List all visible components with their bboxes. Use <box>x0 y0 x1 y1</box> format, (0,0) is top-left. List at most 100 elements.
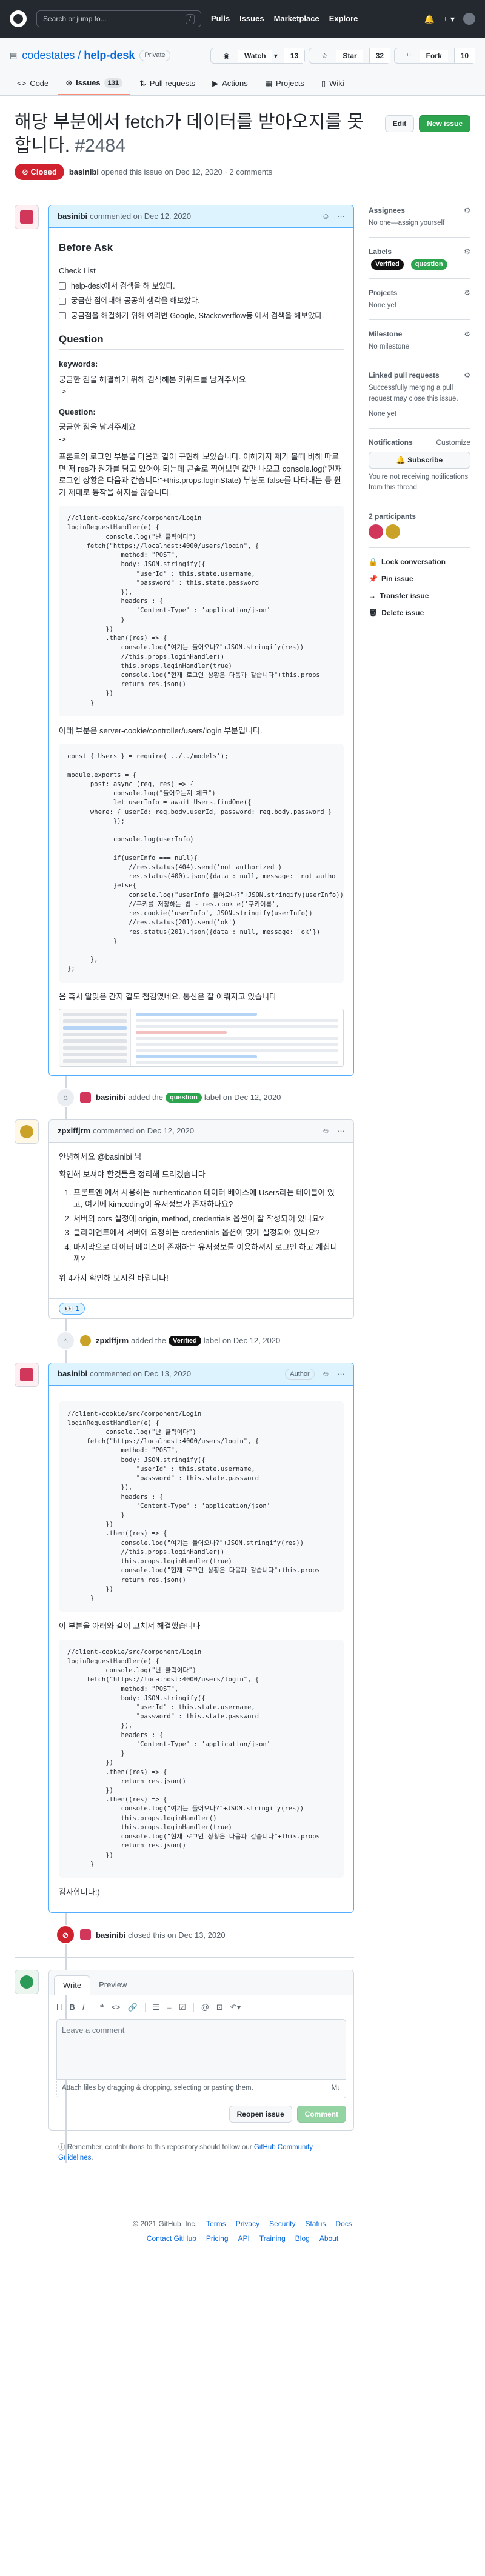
tab-projects[interactable]: ▦ Projects <box>258 72 312 95</box>
edit-button[interactable]: Edit <box>384 115 415 132</box>
avatar[interactable] <box>80 1335 91 1347</box>
star-button[interactable]: ☆ Star 32 <box>309 47 391 64</box>
bell-icon[interactable]: 🔔 <box>424 13 434 25</box>
footer-link[interactable]: Privacy <box>236 2218 259 2229</box>
new-issue-button[interactable]: New issue <box>419 115 470 132</box>
comment-button[interactable]: Comment <box>296 2105 346 2123</box>
reference-icon[interactable]: ⊡ <box>216 2001 223 2014</box>
kebab-icon[interactable]: ··· <box>337 1368 345 1380</box>
footer-link[interactable]: Security <box>269 2218 295 2229</box>
projects-value: None yet <box>369 301 397 309</box>
pin-issue-button[interactable]: 📌 Pin issue <box>369 573 470 584</box>
fork-button[interactable]: ⑂ Fork 10 <box>394 47 475 64</box>
tab-write[interactable]: Write <box>54 1975 91 1995</box>
footer-link[interactable]: Pricing <box>206 2233 229 2244</box>
label-question[interactable]: question <box>165 1092 202 1103</box>
repo-name[interactable]: help-desk <box>84 49 135 61</box>
customize-link[interactable]: Customize <box>436 437 470 448</box>
tab-wiki[interactable]: ▯ Wiki <box>314 72 352 95</box>
label-verified[interactable]: Verified <box>371 259 404 270</box>
bulleted-list-icon[interactable]: ☰ <box>153 2001 160 2014</box>
footer-link[interactable]: Status <box>305 2218 326 2229</box>
gear-icon[interactable]: ⚙ <box>464 287 470 298</box>
mention-icon[interactable]: @ <box>201 2001 209 2014</box>
numbered-list-icon[interactable]: ≡ <box>167 2001 172 2014</box>
markdown-icon[interactable]: M↓ <box>332 2083 341 2094</box>
checkbox[interactable] <box>59 297 66 305</box>
plus-icon[interactable]: + ▾ <box>443 13 455 25</box>
label-verified[interactable]: Verified <box>169 1335 201 1346</box>
quote-icon[interactable]: ❝ <box>99 2001 104 2014</box>
search-input[interactable]: Search or jump to... / <box>36 10 201 27</box>
code-icon[interactable]: <> <box>111 2001 120 2014</box>
nav-issues[interactable]: Issues <box>239 13 264 25</box>
reaction-eyes[interactable]: 👀 1 <box>59 1303 85 1315</box>
keywords-label: keywords: <box>59 359 98 369</box>
gear-icon[interactable]: ⚙ <box>464 370 470 381</box>
footer-link[interactable]: API <box>238 2233 250 2244</box>
event-actor[interactable]: basinibi <box>96 1929 125 1941</box>
italic-icon[interactable]: I <box>82 2001 85 2014</box>
nav-explore[interactable]: Explore <box>329 13 358 25</box>
network-screenshot-image[interactable] <box>59 1009 344 1067</box>
kebab-icon[interactable]: ··· <box>337 1125 345 1137</box>
tab-issues[interactable]: ⊙ Issues 131 <box>58 72 130 95</box>
comment-date[interactable]: commented on Dec 13, 2020 <box>90 1368 191 1380</box>
tab-pull-requests[interactable]: ⇅ Pull requests <box>132 72 202 95</box>
footer-link[interactable]: Terms <box>206 2218 226 2229</box>
nav-marketplace[interactable]: Marketplace <box>274 13 319 25</box>
event-actor[interactable]: zpxlffjrm <box>96 1335 129 1347</box>
avatar[interactable] <box>463 13 475 25</box>
repo-owner[interactable]: codestates <box>22 49 75 61</box>
bold-icon[interactable]: B <box>69 2001 75 2014</box>
gear-icon[interactable]: ⚙ <box>464 329 470 339</box>
avatar[interactable] <box>369 524 383 539</box>
reopen-issue-button[interactable]: Reopen issue <box>229 2105 292 2123</box>
link-icon[interactable]: 🔗 <box>128 2001 138 2014</box>
comment-author[interactable]: basinibi <box>58 1368 87 1380</box>
tab-actions[interactable]: ▶ Actions <box>205 72 255 95</box>
event-actor[interactable]: basinibi <box>96 1092 125 1104</box>
comment-author[interactable]: basinibi <box>58 210 87 222</box>
label-question[interactable]: question <box>410 259 447 270</box>
footer-link[interactable]: About <box>319 2233 338 2244</box>
avatar[interactable] <box>15 1970 39 1995</box>
lock-conversation-button[interactable]: 🔒 Lock conversation <box>369 556 470 567</box>
nav-pulls[interactable]: Pulls <box>211 13 230 25</box>
gear-icon[interactable]: ⚙ <box>464 246 470 257</box>
reply-icon[interactable]: ↶▾ <box>230 2001 241 2014</box>
avatar[interactable] <box>15 1363 39 1387</box>
footer-link[interactable]: Docs <box>335 2218 352 2229</box>
avatar[interactable] <box>80 1092 91 1104</box>
watch-button[interactable]: ◉ Watch ▾ 13 <box>210 47 306 64</box>
avatar[interactable] <box>386 524 400 539</box>
subscribe-button[interactable]: 🔔 Subscribe <box>369 452 470 469</box>
checkbox[interactable] <box>59 312 66 320</box>
attach-files-area[interactable]: Attach files by dragging & dropping, sel… <box>56 2080 346 2098</box>
task-list-icon[interactable]: ☑ <box>179 2001 186 2014</box>
smiley-icon[interactable]: ☺ <box>322 210 330 222</box>
tab-preview[interactable]: Preview <box>90 1975 135 1995</box>
avatar[interactable] <box>15 1119 39 1144</box>
comment-date[interactable]: commented on Dec 12, 2020 <box>90 210 191 222</box>
assignees-value[interactable]: No one—assign yourself <box>369 218 470 229</box>
comment-date[interactable]: commented on Dec 12, 2020 <box>93 1125 194 1137</box>
transfer-issue-button[interactable]: → Transfer issue <box>369 590 470 601</box>
avatar[interactable] <box>80 1929 91 1941</box>
avatar[interactable] <box>15 205 39 229</box>
github-logo-icon[interactable] <box>10 10 27 27</box>
smiley-icon[interactable]: ☺ <box>322 1125 330 1137</box>
heading-icon[interactable]: H <box>56 2001 62 2014</box>
kebab-icon[interactable]: ··· <box>337 210 345 222</box>
footer-link[interactable]: Training <box>259 2233 286 2244</box>
checkbox[interactable] <box>59 282 66 290</box>
gear-icon[interactable]: ⚙ <box>464 205 470 216</box>
footer-link[interactable]: Blog <box>295 2233 310 2244</box>
comment-author[interactable]: zpxlffjrm <box>58 1125 90 1137</box>
issue-author[interactable]: basinibi <box>69 167 99 176</box>
delete-issue-button[interactable]: 🗑 Delete issue <box>369 607 470 618</box>
footer-link[interactable]: Contact GitHub <box>147 2233 196 2244</box>
smiley-icon[interactable]: ☺ <box>322 1368 330 1380</box>
comment-textarea[interactable]: Leave a comment <box>56 2019 346 2080</box>
tab-code[interactable]: <> Code <box>10 72 56 95</box>
